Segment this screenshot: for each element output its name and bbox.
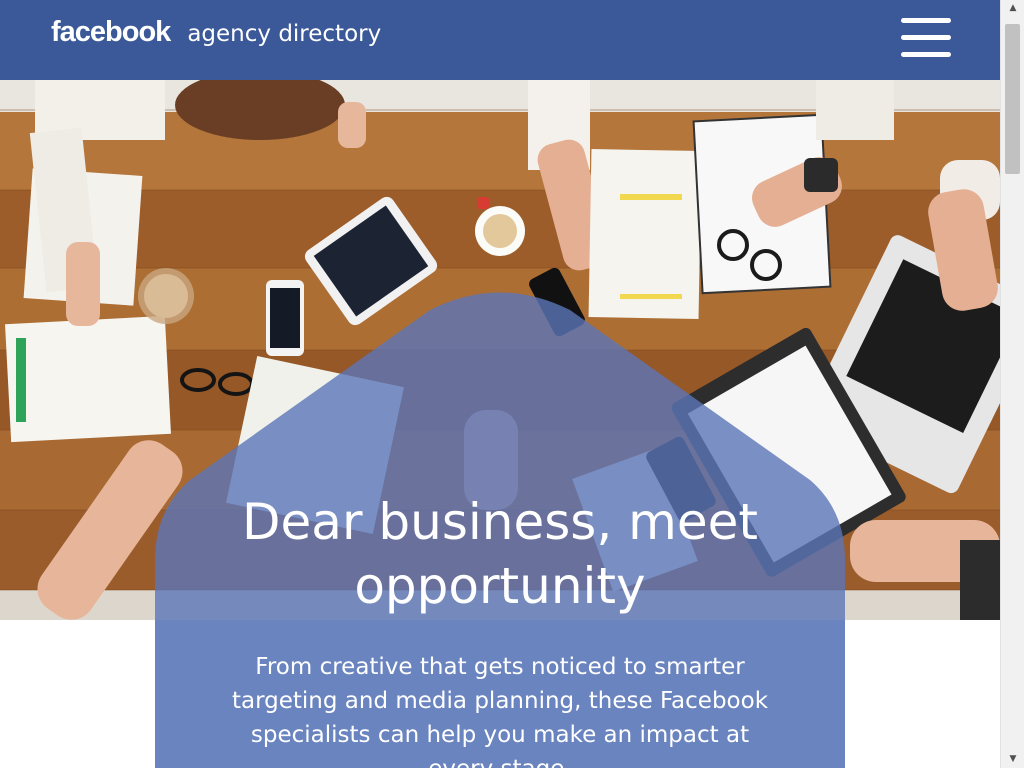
page-viewport: Dear business, meet opportunity From cre… xyxy=(0,0,1000,768)
hero-subcopy-line-3: specialists can help you make an impact … xyxy=(250,722,750,748)
hamburger-menu-button[interactable] xyxy=(898,16,954,60)
hero-subcopy-line-1: From creative that gets noticed to smart… xyxy=(255,654,745,680)
site-subtitle: agency directory xyxy=(187,21,382,47)
hero-subcopy-line-4: every stage. xyxy=(185,752,815,768)
hero-headline: Dear business, meet opportunity xyxy=(155,490,845,618)
scrollbar-thumb[interactable] xyxy=(1005,24,1020,174)
hamburger-menu-icon-bar xyxy=(901,52,951,57)
vertical-scrollbar[interactable]: ▲ ▼ xyxy=(1000,0,1024,768)
hamburger-menu-icon-bar xyxy=(901,35,951,40)
hamburger-menu-icon xyxy=(901,18,951,23)
site-header: facebook agency directory xyxy=(0,0,1000,80)
facebook-logo[interactable]: facebook xyxy=(51,16,171,49)
hero-headline-line-1: Dear business, meet xyxy=(242,493,758,551)
hero-subcopy-line-2: targeting and media planning, these Face… xyxy=(231,688,769,714)
hero-headline-line-2: opportunity xyxy=(354,557,646,615)
scroll-down-arrow-icon[interactable]: ▼ xyxy=(1001,751,1024,768)
scroll-up-arrow-icon[interactable]: ▲ xyxy=(1001,0,1024,17)
brand[interactable]: facebook agency directory xyxy=(51,16,381,49)
hero-subcopy: From creative that gets noticed to smart… xyxy=(185,650,815,768)
